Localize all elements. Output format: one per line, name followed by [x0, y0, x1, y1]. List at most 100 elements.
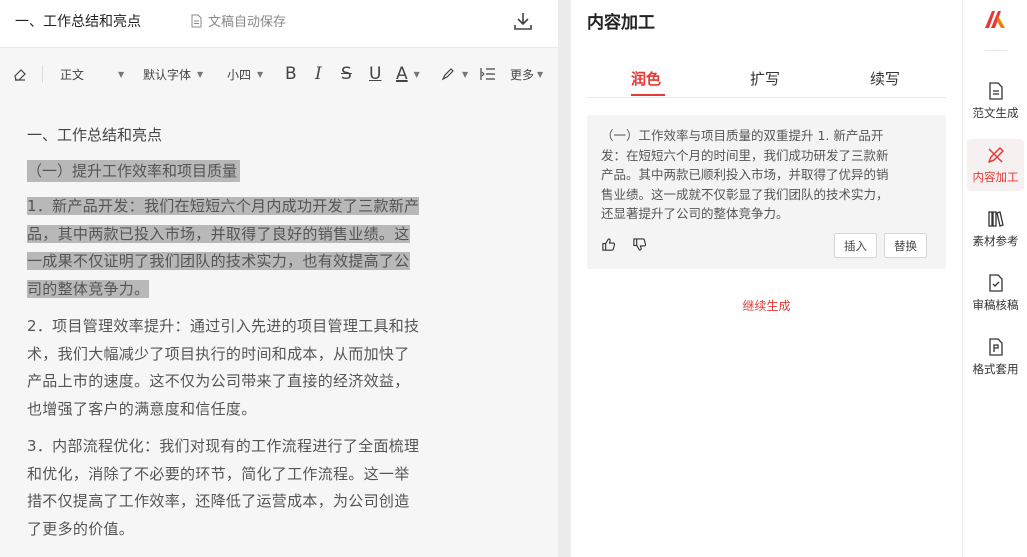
- format-doc-icon: [988, 338, 1003, 356]
- replace-button[interactable]: 替换: [884, 233, 927, 258]
- doc-subheading: （一）提升工作效率和项目质量: [27, 158, 457, 186]
- caret-down-icon: ▼: [118, 69, 125, 79]
- selected-line: 1．新产品开发：我们在短短六个月内成功开发了三款新产: [27, 197, 420, 215]
- doc-heading: 一、工作总结和亮点: [27, 126, 163, 144]
- thumbs-up-icon: [602, 238, 616, 251]
- eraser-icon: [14, 69, 26, 81]
- editor-panel: 一、工作总结和亮点 文稿自动保存 正文 ▼ 默认字体 ▼ 小四 ▼ B I S …: [0, 0, 558, 557]
- active-tab-indicator: [631, 94, 665, 96]
- strikethrough-button[interactable]: S: [341, 58, 352, 90]
- selected-subheading: （一）提升工作效率和项目质量: [27, 159, 241, 182]
- italic-label: I: [315, 64, 322, 84]
- result-line: （一）工作效率与项目质量的双重提升 1. 新产品开: [601, 128, 884, 143]
- text-line: 也增强了客户的满意度和信任度。: [27, 399, 257, 418]
- doc-title[interactable]: 一、工作总结和亮点: [15, 11, 141, 31]
- list-button[interactable]: [480, 58, 496, 90]
- sidebar-item-review[interactable]: 审稿核稿: [967, 267, 1024, 319]
- doc-check-icon: [988, 274, 1003, 292]
- font-family-value: 默认字体: [143, 67, 192, 82]
- autosave-label: 文稿自动保存: [208, 15, 287, 30]
- process-tabs: 润色 扩写 续写: [587, 62, 946, 98]
- caret-down-icon: ▼: [413, 69, 420, 79]
- more-button[interactable]: 更多 ▼: [510, 58, 543, 90]
- tab-continue[interactable]: 续写: [870, 68, 900, 89]
- caret-down-icon: ▼: [537, 69, 544, 79]
- download-icon: [514, 13, 532, 30]
- clear-format-button[interactable]: [12, 58, 28, 90]
- doc-header: 一、工作总结和亮点 文稿自动保存: [0, 0, 558, 48]
- text-line: 产品上市的速度。这不仅为公司带来了直接的经济效益，: [27, 372, 410, 390]
- tab-polish[interactable]: 润色: [631, 68, 661, 89]
- font-size-value: 小四: [227, 67, 252, 82]
- paragraph-1: 1．新产品开发：我们在短短六个月内成功开发了三款新产 品，其中两款已投入市场，并…: [27, 193, 457, 303]
- strike-label: S: [341, 64, 352, 84]
- caret-down-icon: ▼: [197, 69, 204, 79]
- tool-sidebar: 范文生成 内容加工 素材参考 审稿核稿 格式套用: [962, 0, 1027, 557]
- text-line: 措不仅提高了工作效率，还降低了运营成本，为公司创造: [27, 492, 410, 510]
- sidebar-item-label: 格式套用: [972, 362, 1019, 376]
- insert-button[interactable]: 插入: [834, 233, 877, 258]
- highlighter-icon: [441, 68, 454, 81]
- text-line: 和优化，消除了不必要的环节，简化了工作流程。这一举: [27, 464, 410, 483]
- paragraph-style-value: 正文: [60, 67, 85, 82]
- underline-button[interactable]: U: [369, 58, 381, 90]
- paragraph-2: 2．项目管理效率提升：通过引入先进的项目管理工具和技 术，我们大幅减少了项目执行…: [27, 313, 457, 423]
- more-label: 更多: [510, 67, 535, 82]
- font-family-select[interactable]: 默认字体 ▼: [143, 58, 203, 90]
- panel-divider: [558, 0, 571, 557]
- sidebar-divider: [985, 50, 1007, 51]
- thumbs-down-icon: [633, 238, 647, 251]
- result-text: （一）工作效率与项目质量的双重提升 1. 新产品开 发：在短短六个月的时间里，我…: [601, 126, 931, 224]
- italic-button[interactable]: I: [315, 58, 322, 90]
- sidebar-item-label: 素材参考: [972, 234, 1019, 248]
- highlight-button[interactable]: ▼: [440, 58, 468, 90]
- sidebar-item-content-processing[interactable]: 内容加工: [967, 139, 1024, 191]
- selected-line: 司的整体竞争力。: [27, 279, 150, 298]
- bold-button[interactable]: B: [285, 58, 297, 90]
- download-button[interactable]: [512, 10, 534, 32]
- result-card: （一）工作效率与项目质量的双重提升 1. 新产品开 发：在短短六个月的时间里，我…: [587, 115, 946, 269]
- sidebar-item-material-reference[interactable]: 素材参考: [967, 203, 1024, 255]
- list-indent-icon: [480, 68, 495, 80]
- caret-down-icon: ▼: [257, 69, 264, 79]
- result-line: 产品。其中两款已顺利投入市场，并取得了优异的销: [601, 167, 889, 182]
- sidebar-item-label: 审稿核稿: [972, 298, 1019, 312]
- edit-pen-icon: [987, 147, 1004, 163]
- result-line: 售业绩。这一成就不仅彰显了我们团队的技术实力，: [601, 186, 889, 202]
- continue-generate-link[interactable]: 继续生成: [571, 297, 962, 314]
- tab-expand[interactable]: 扩写: [750, 68, 780, 89]
- format-toolbar: 正文 ▼ 默认字体 ▼ 小四 ▼ B I S U A ▼ ▼ 更多 ▼: [0, 58, 558, 90]
- file-icon: [191, 14, 202, 27]
- thumbs-up-button[interactable]: [601, 237, 617, 253]
- caret-down-icon: ▼: [462, 69, 469, 79]
- result-line: 发：在短短六个月的时间里，我们成功研发了三款新: [601, 147, 889, 163]
- text-line: 术，我们大幅减少了项目执行的时间和成本，从而加快了: [27, 344, 410, 363]
- text-line: 了更多的价值。: [27, 519, 135, 538]
- document-icon: [988, 82, 1003, 100]
- content-processing-panel: 内容加工 润色 扩写 续写 （一）工作效率与项目质量的双重提升 1. 新产品开 …: [571, 0, 962, 557]
- sidebar-item-label: 范文生成: [972, 106, 1019, 120]
- thumbs-down-button[interactable]: [632, 237, 648, 253]
- paragraph-3: 3．内部流程优化：我们对现有的工作流程进行了全面梳理 和优化，消除了不必要的环节…: [27, 433, 457, 543]
- text-line: 2．项目管理效率提升：通过引入先进的项目管理工具和技: [27, 317, 420, 335]
- app-logo-icon: [985, 11, 1005, 28]
- result-line: 还显著提升了公司的整体竞争力。: [601, 206, 789, 221]
- sidebar-item-format-apply[interactable]: 格式套用: [967, 331, 1024, 383]
- toolbar-divider: [42, 65, 43, 83]
- font-color-button[interactable]: A ▼: [396, 58, 420, 90]
- sidebar-item-template-generate[interactable]: 范文生成: [967, 75, 1024, 127]
- books-icon: [987, 211, 1004, 227]
- font-size-select[interactable]: 小四 ▼: [227, 58, 263, 90]
- font-color-label: A: [396, 64, 408, 84]
- card-actions: 插入 替换: [601, 232, 931, 258]
- panel-title: 内容加工: [587, 13, 655, 33]
- autosave-status: 文稿自动保存: [190, 11, 286, 30]
- sidebar-item-label: 内容加工: [972, 170, 1019, 184]
- document-body[interactable]: 一、工作总结和亮点 （一）提升工作效率和项目质量 1．新产品开发：我们在短短六个…: [27, 120, 457, 543]
- text-line: 3．内部流程优化：我们对现有的工作流程进行了全面梳理: [27, 437, 420, 455]
- selected-line: 品，其中两款已投入市场，并取得了良好的销售业绩。这: [27, 224, 410, 243]
- bold-label: B: [285, 64, 297, 84]
- paragraph-style-select[interactable]: 正文 ▼: [60, 58, 124, 90]
- selected-line: 一成果不仅证明了我们团队的技术实力，也有效提高了公: [27, 252, 410, 270]
- underline-label: U: [369, 64, 382, 84]
